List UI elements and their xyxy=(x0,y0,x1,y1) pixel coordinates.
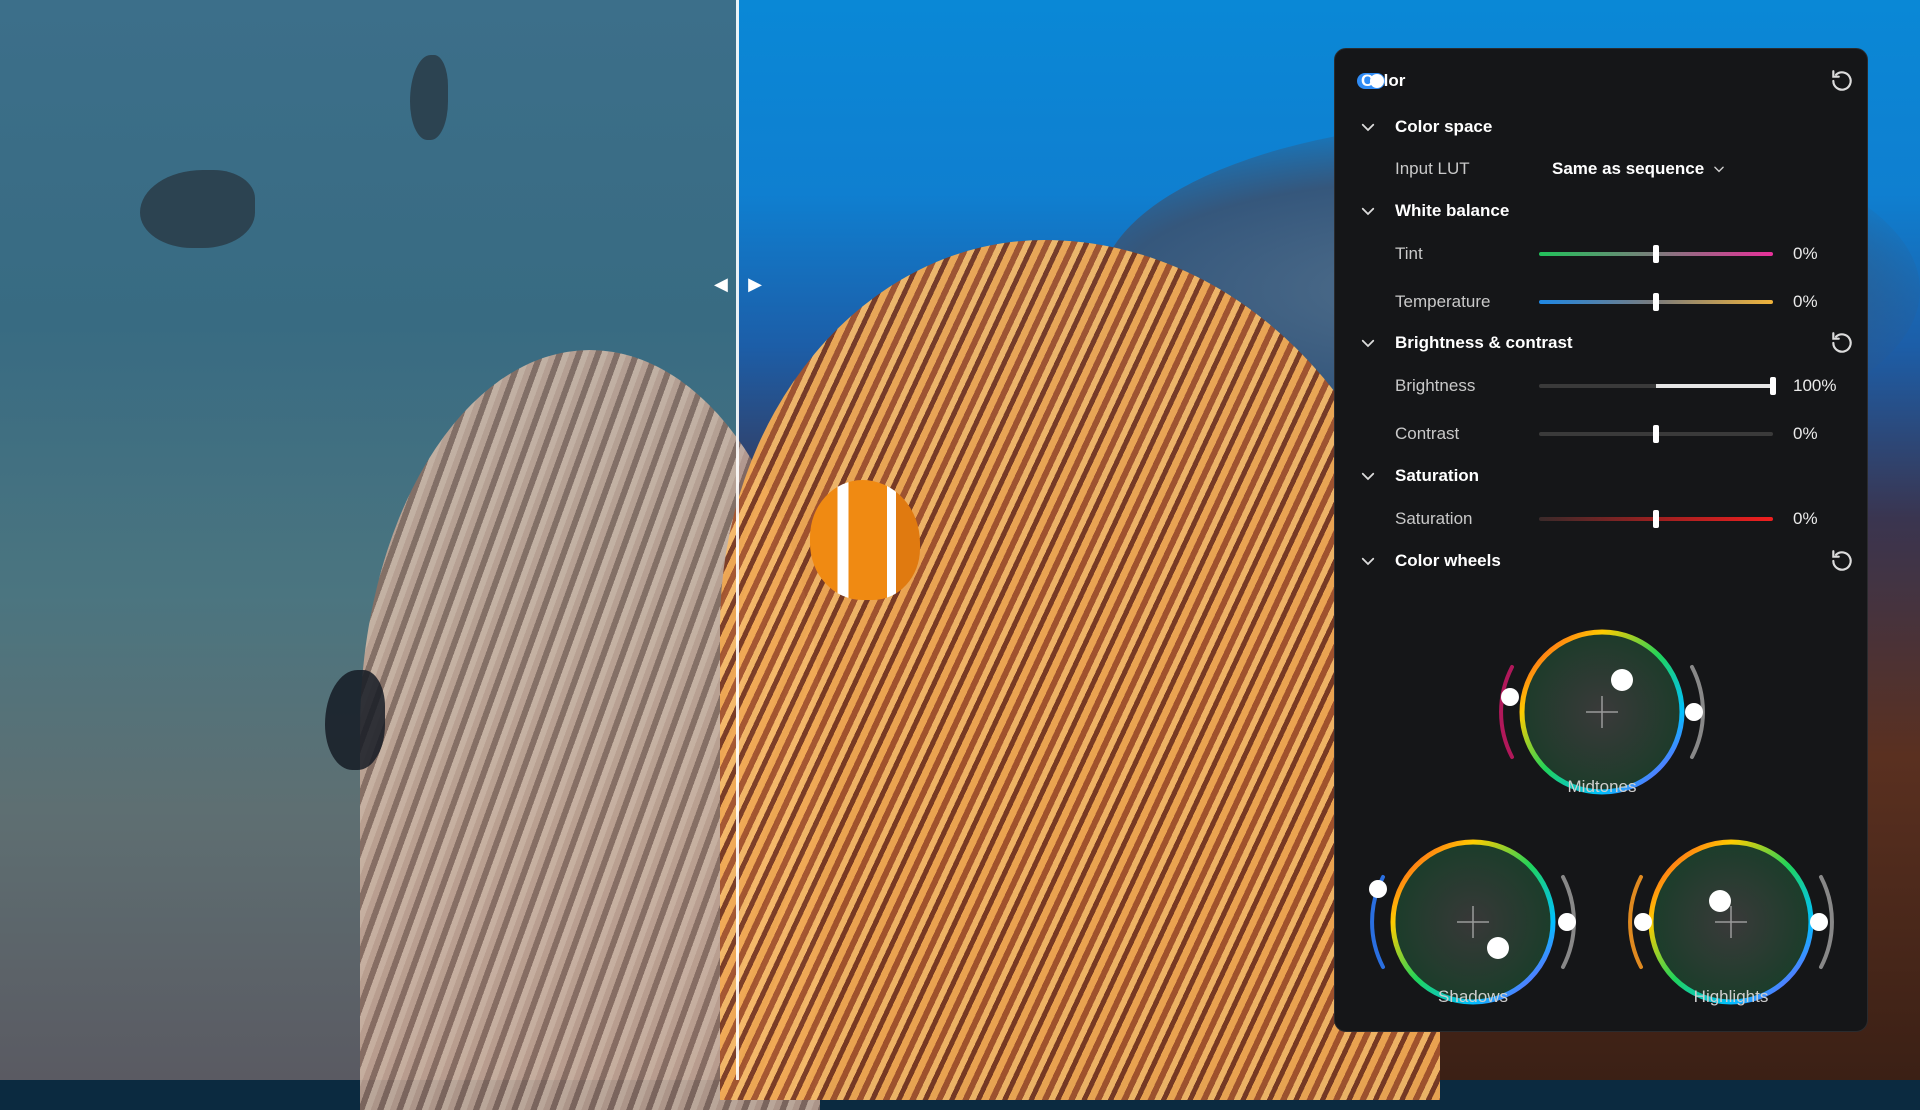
saturation-row: Saturation 0% xyxy=(1335,501,1869,537)
slider-thumb[interactable] xyxy=(1653,510,1659,528)
section-color-wheels[interactable]: Color wheels xyxy=(1335,543,1869,579)
tint-row: Tint 0% xyxy=(1335,236,1869,272)
tint-value: 0% xyxy=(1793,244,1818,263)
chevron-down-icon[interactable] xyxy=(1359,552,1377,570)
highlights-left-handle xyxy=(1634,913,1652,931)
chevron-down-icon xyxy=(1714,166,1724,173)
section-title: Color space xyxy=(1395,117,1493,136)
section-brightness-contrast[interactable]: Brightness & contrast xyxy=(1335,325,1869,361)
section-title: White balance xyxy=(1395,201,1510,220)
temperature-row: Temperature 0% xyxy=(1335,284,1869,320)
saturation-slider[interactable] xyxy=(1539,510,1773,528)
color-panel: Color Color space Input LUT Same as sequ… xyxy=(1334,48,1868,1032)
compare-arrows-icon[interactable]: ◀ ▶ xyxy=(714,272,762,296)
midtones-right-handle xyxy=(1685,703,1703,721)
reset-icon[interactable] xyxy=(1829,330,1855,356)
shadows-left-handle xyxy=(1369,880,1387,898)
chevron-down-icon[interactable] xyxy=(1359,334,1377,352)
temperature-slider[interactable] xyxy=(1539,293,1773,311)
midtones-puck xyxy=(1611,669,1633,691)
saturation-label: Saturation xyxy=(1395,509,1473,528)
chevron-down-icon[interactable] xyxy=(1359,118,1377,136)
contrast-row: Contrast 0% xyxy=(1335,416,1869,452)
contrast-label: Contrast xyxy=(1395,424,1460,443)
input-lut-value: Same as sequence xyxy=(1552,159,1705,178)
section-title: Saturation xyxy=(1395,466,1480,485)
highlights-right-handle xyxy=(1810,913,1828,931)
clownfish-decoration xyxy=(810,480,920,600)
slider-thumb[interactable] xyxy=(1653,293,1659,311)
tint-slider[interactable] xyxy=(1539,245,1773,263)
reset-icon[interactable] xyxy=(1829,68,1855,94)
slider-thumb[interactable] xyxy=(1770,377,1776,395)
highlights-label: Highlights xyxy=(1693,987,1769,1006)
tint-label: Tint xyxy=(1395,244,1423,263)
slider-thumb[interactable] xyxy=(1653,245,1659,263)
fish-decoration xyxy=(410,55,448,140)
brightness-slider[interactable] xyxy=(1539,377,1776,395)
reset-icon[interactable] xyxy=(1829,548,1855,574)
fish-decoration xyxy=(140,170,255,248)
shadows-right-handle xyxy=(1558,913,1576,931)
section-color-space[interactable]: Color space xyxy=(1335,109,1869,145)
slider-thumb[interactable] xyxy=(1653,425,1659,443)
temperature-label: Temperature xyxy=(1395,292,1491,311)
panel-title: Color xyxy=(1361,71,1406,90)
brightness-value: 100% xyxy=(1793,376,1837,395)
compare-divider[interactable] xyxy=(736,0,739,1080)
input-lut-dropdown[interactable]: Same as sequence xyxy=(1552,159,1726,179)
contrast-slider[interactable] xyxy=(1539,425,1773,443)
section-title: Color wheels xyxy=(1395,551,1501,570)
midtones-label: Midtones xyxy=(1567,777,1637,796)
shadows-puck xyxy=(1487,937,1509,959)
temperature-value: 0% xyxy=(1793,292,1818,311)
fish-decoration xyxy=(325,670,385,770)
shadows-label: Shadows xyxy=(1438,987,1508,1006)
chevron-down-icon[interactable] xyxy=(1359,467,1377,485)
panel-header: Color xyxy=(1335,63,1869,99)
chevron-down-icon[interactable] xyxy=(1359,202,1377,220)
saturation-value: 0% xyxy=(1793,509,1818,528)
contrast-value: 0% xyxy=(1793,424,1818,443)
midtones-left-handle xyxy=(1501,688,1519,706)
section-white-balance[interactable]: White balance xyxy=(1335,193,1869,229)
input-lut-label: Input LUT xyxy=(1395,159,1470,178)
brightness-row: Brightness 100% xyxy=(1335,368,1869,404)
highlights-puck xyxy=(1709,890,1731,912)
section-saturation[interactable]: Saturation xyxy=(1335,458,1869,494)
section-title: Brightness & contrast xyxy=(1395,333,1573,352)
input-lut-row: Input LUT Same as sequence xyxy=(1335,151,1869,187)
brightness-label: Brightness xyxy=(1395,376,1476,395)
